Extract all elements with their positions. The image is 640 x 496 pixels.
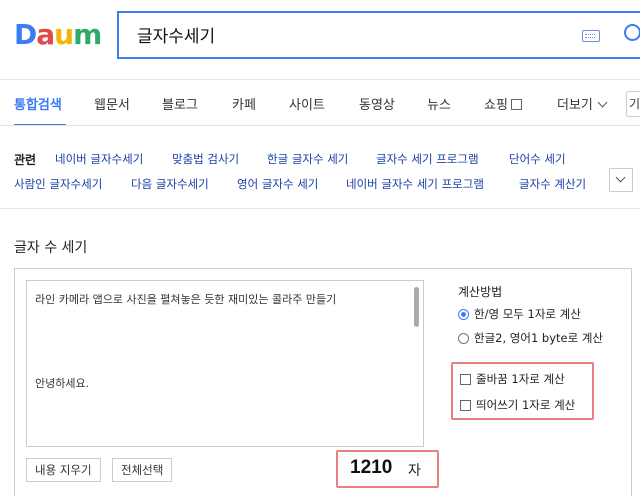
logo-letter: D (14, 18, 37, 51)
tabs-divider (0, 125, 640, 126)
section-divider (0, 208, 640, 209)
related-item[interactable]: 맞춤법 검사기 (172, 151, 239, 167)
logo-letter: a (36, 18, 55, 51)
chevron-down-icon (615, 172, 626, 183)
radio-label: 한/영 모두 1자로 계산 (474, 307, 581, 321)
checkbox-label: 띄어쓰기 1자로 계산 (476, 398, 576, 412)
header: Daum (0, 0, 640, 80)
clear-content-button[interactable]: 내용 지우기 (26, 458, 101, 482)
header-divider (0, 79, 640, 80)
radio-count-all-one[interactable]: 한/영 모두 1자로 계산 (458, 306, 581, 322)
chevron-down-icon (597, 97, 608, 108)
related-item[interactable]: 글자수 세기 프로그램 (376, 151, 479, 167)
count-unit: 자 (408, 463, 421, 479)
logo-letter: m (73, 18, 102, 51)
external-box-icon (510, 99, 522, 110)
tab-overflow-edge[interactable]: 기 (626, 91, 640, 117)
tab-shopping[interactable]: 쇼핑 (484, 94, 522, 113)
tab-integrated-search[interactable]: 통합검색 (14, 94, 62, 113)
text-line: 라인 카메라 앱으로 사진을 펼쳐놓은 듯한 재미있는 콜라주 만들기 (35, 293, 337, 306)
checkbox-linebreak[interactable]: 줄바꿈 1자로 계산 (460, 371, 565, 387)
checkbox-icon (460, 374, 471, 385)
radio-label: 한글2, 영어1 byte로 계산 (474, 331, 604, 345)
logo-letter: u (54, 18, 74, 51)
character-count: 1210 (350, 457, 393, 478)
related-item[interactable]: 영어 글자수 세기 (237, 176, 318, 192)
checkbox-spaces[interactable]: 띄어쓰기 1자로 계산 (460, 397, 575, 413)
tab-more-label: 더보기 (557, 98, 593, 113)
search-icon[interactable] (624, 24, 640, 41)
related-item[interactable]: 다음 글자수세기 (131, 176, 209, 192)
search-box (117, 11, 640, 59)
search-input[interactable] (135, 23, 559, 45)
related-item[interactable]: 단어수 세기 (509, 151, 566, 167)
related-label: 관련 (14, 153, 37, 167)
checkbox-label: 줄바꿈 1자로 계산 (476, 372, 565, 386)
related-item[interactable]: 사람인 글자수세기 (14, 176, 102, 192)
tab-web-documents[interactable]: 웹문서 (94, 94, 130, 113)
tab-site[interactable]: 사이트 (289, 94, 325, 113)
related-expand-button[interactable] (609, 168, 633, 192)
tab-cafe[interactable]: 카페 (232, 94, 256, 113)
related-item[interactable]: 네이버 글자수세기 (55, 151, 143, 167)
related-item[interactable]: 네이버 글자수 세기 프로그램 (346, 176, 484, 192)
keyboard-icon[interactable] (582, 30, 600, 42)
checkbox-icon (460, 400, 471, 411)
tab-video[interactable]: 동영상 (359, 94, 395, 113)
textarea-scrollbar[interactable] (414, 287, 419, 327)
tab-more[interactable]: 더보기 (557, 94, 608, 113)
related-item[interactable]: 한글 글자수 세기 (267, 151, 348, 167)
radio-count-bytes[interactable]: 한글2, 영어1 byte로 계산 (458, 330, 603, 346)
tab-blog[interactable]: 블로그 (162, 94, 198, 113)
related-item[interactable]: 글자수 계산기 (519, 176, 586, 192)
tab-news[interactable]: 뉴스 (427, 94, 451, 113)
radio-selected-icon (458, 309, 469, 320)
text-input-area[interactable]: 라인 카메라 앱으로 사진을 펼쳐놓은 듯한 재미있는 콜라주 만들기 안녕하세… (26, 280, 424, 447)
method-title: 계산방법 (458, 285, 503, 299)
radio-unselected-icon (458, 333, 469, 344)
tool-title: 글자 수 세기 (14, 240, 88, 256)
text-line: 안녕하세요. (35, 377, 90, 390)
daum-logo[interactable]: Daum (14, 18, 102, 51)
select-all-button[interactable]: 전체선택 (112, 458, 173, 482)
tab-shopping-label: 쇼핑 (484, 98, 508, 113)
